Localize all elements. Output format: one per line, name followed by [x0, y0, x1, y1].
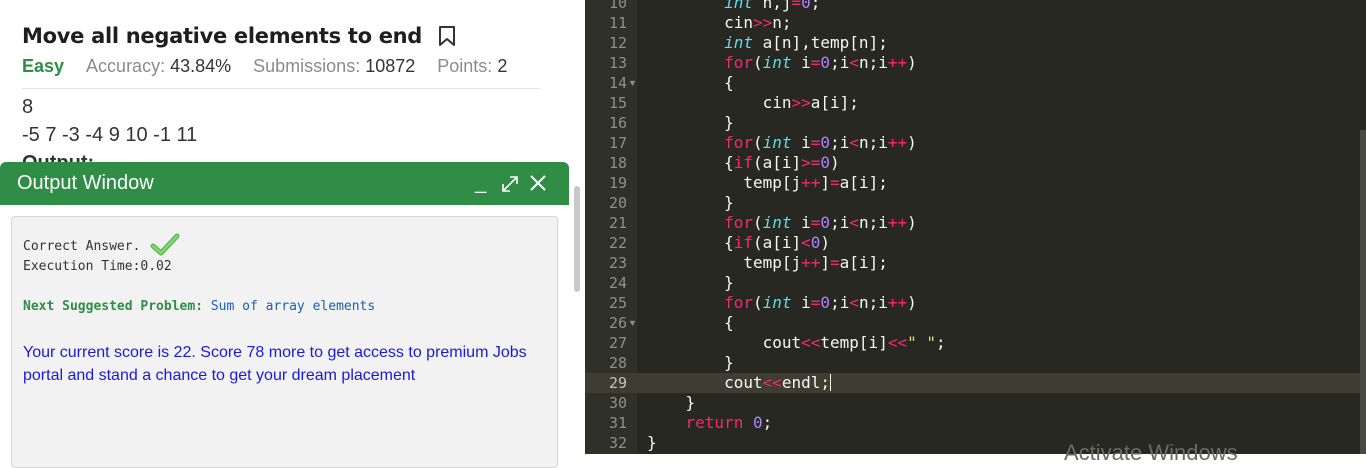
- next-problem-link[interactable]: Sum of array elements: [211, 299, 375, 314]
- problem-meta: Easy Accuracy: 43.84% Submissions: 10872…: [22, 56, 507, 77]
- expand-icon[interactable]: [500, 174, 520, 194]
- sample-input-line: 8: [22, 96, 34, 118]
- output-body: Correct Answer. Execution Time:0.02 Next…: [11, 216, 558, 468]
- code-line[interactable]: 16 }: [585, 113, 1366, 133]
- code-line[interactable]: 23 temp[j++]=a[i];: [585, 253, 1366, 273]
- output-window-header: Output Window _: [0, 162, 569, 205]
- code-line[interactable]: 32 }: [585, 433, 1366, 453]
- code-line[interactable]: 11 cin>>n;: [585, 13, 1366, 33]
- submissions-stat: Submissions: 10872: [253, 56, 416, 76]
- execution-time: Execution Time:0.02: [23, 259, 172, 274]
- divider: [22, 88, 540, 89]
- minimize-icon[interactable]: _: [475, 171, 486, 195]
- editor-scrollbar[interactable]: [1360, 130, 1366, 454]
- windows-watermark: Activate Windows: [1064, 440, 1238, 465]
- code-line[interactable]: 15 cin>>a[i];: [585, 93, 1366, 113]
- code-line[interactable]: 30 }: [585, 393, 1366, 413]
- code-line[interactable]: 17 for(int i=0;i<n;i++): [585, 133, 1366, 153]
- output-window-title: Output Window: [17, 172, 154, 194]
- code-line[interactable]: 25 for(int i=0;i<n;i++): [585, 293, 1366, 313]
- code-line[interactable]: 10 int n,j=0;: [585, 0, 1366, 13]
- text-cursor: [830, 374, 832, 391]
- fold-arrow-icon[interactable]: ▼: [628, 313, 637, 333]
- code-line[interactable]: 19 temp[j++]=a[i];: [585, 173, 1366, 193]
- code-line[interactable]: 22 {if(a[i]<0): [585, 233, 1366, 253]
- code-line[interactable]: 27 cout<<temp[i]<<" ";: [585, 333, 1366, 353]
- code-line[interactable]: 20 }: [585, 193, 1366, 213]
- problem-title: Move all negative elements to end: [22, 24, 423, 48]
- problem-header: Move all negative elements to end: [22, 24, 456, 48]
- score-message: Your current score is 22. Score 78 more …: [23, 344, 527, 384]
- difficulty-badge: Easy: [22, 56, 65, 76]
- fold-arrow-icon[interactable]: ▼: [628, 73, 637, 93]
- code-line[interactable]: 18 {if(a[i]>=0): [585, 153, 1366, 173]
- code-line-active[interactable]: 29 cout<<endl;: [585, 373, 1366, 393]
- sample-input-line: -5 7 -3 -4 9 10 -1 11: [22, 124, 198, 146]
- next-suggested: Next Suggested Problem: Sum of array ele…: [23, 299, 376, 314]
- code-line[interactable]: 13 for(int i=0;i<n;i++): [585, 53, 1366, 73]
- code-line[interactable]: 14 ▼ {: [585, 73, 1366, 93]
- checkmark-icon: [150, 233, 180, 256]
- code-line[interactable]: 12 int a[n],temp[n];: [585, 33, 1366, 53]
- code-line[interactable]: 24 }: [585, 273, 1366, 293]
- code-editor[interactable]: 10 int n,j=0; 11 cin>>n; 12 int a[n],tem…: [585, 0, 1366, 454]
- close-icon[interactable]: [529, 174, 547, 192]
- code-line[interactable]: 31 return 0;: [585, 413, 1366, 433]
- bookmark-icon[interactable]: [438, 25, 456, 47]
- code-line[interactable]: 28 }: [585, 353, 1366, 373]
- code-line[interactable]: 21 for(int i=0;i<n;i++): [585, 213, 1366, 233]
- result-line: Correct Answer.: [23, 233, 180, 257]
- left-scrollbar[interactable]: [574, 186, 580, 292]
- code-line[interactable]: 26 ▼ {: [585, 313, 1366, 333]
- points-stat: Points: 2: [437, 56, 508, 76]
- output-window: Output Window _ Correct Answer. Executio…: [0, 162, 569, 468]
- accuracy-stat: Accuracy: 43.84%: [86, 56, 232, 76]
